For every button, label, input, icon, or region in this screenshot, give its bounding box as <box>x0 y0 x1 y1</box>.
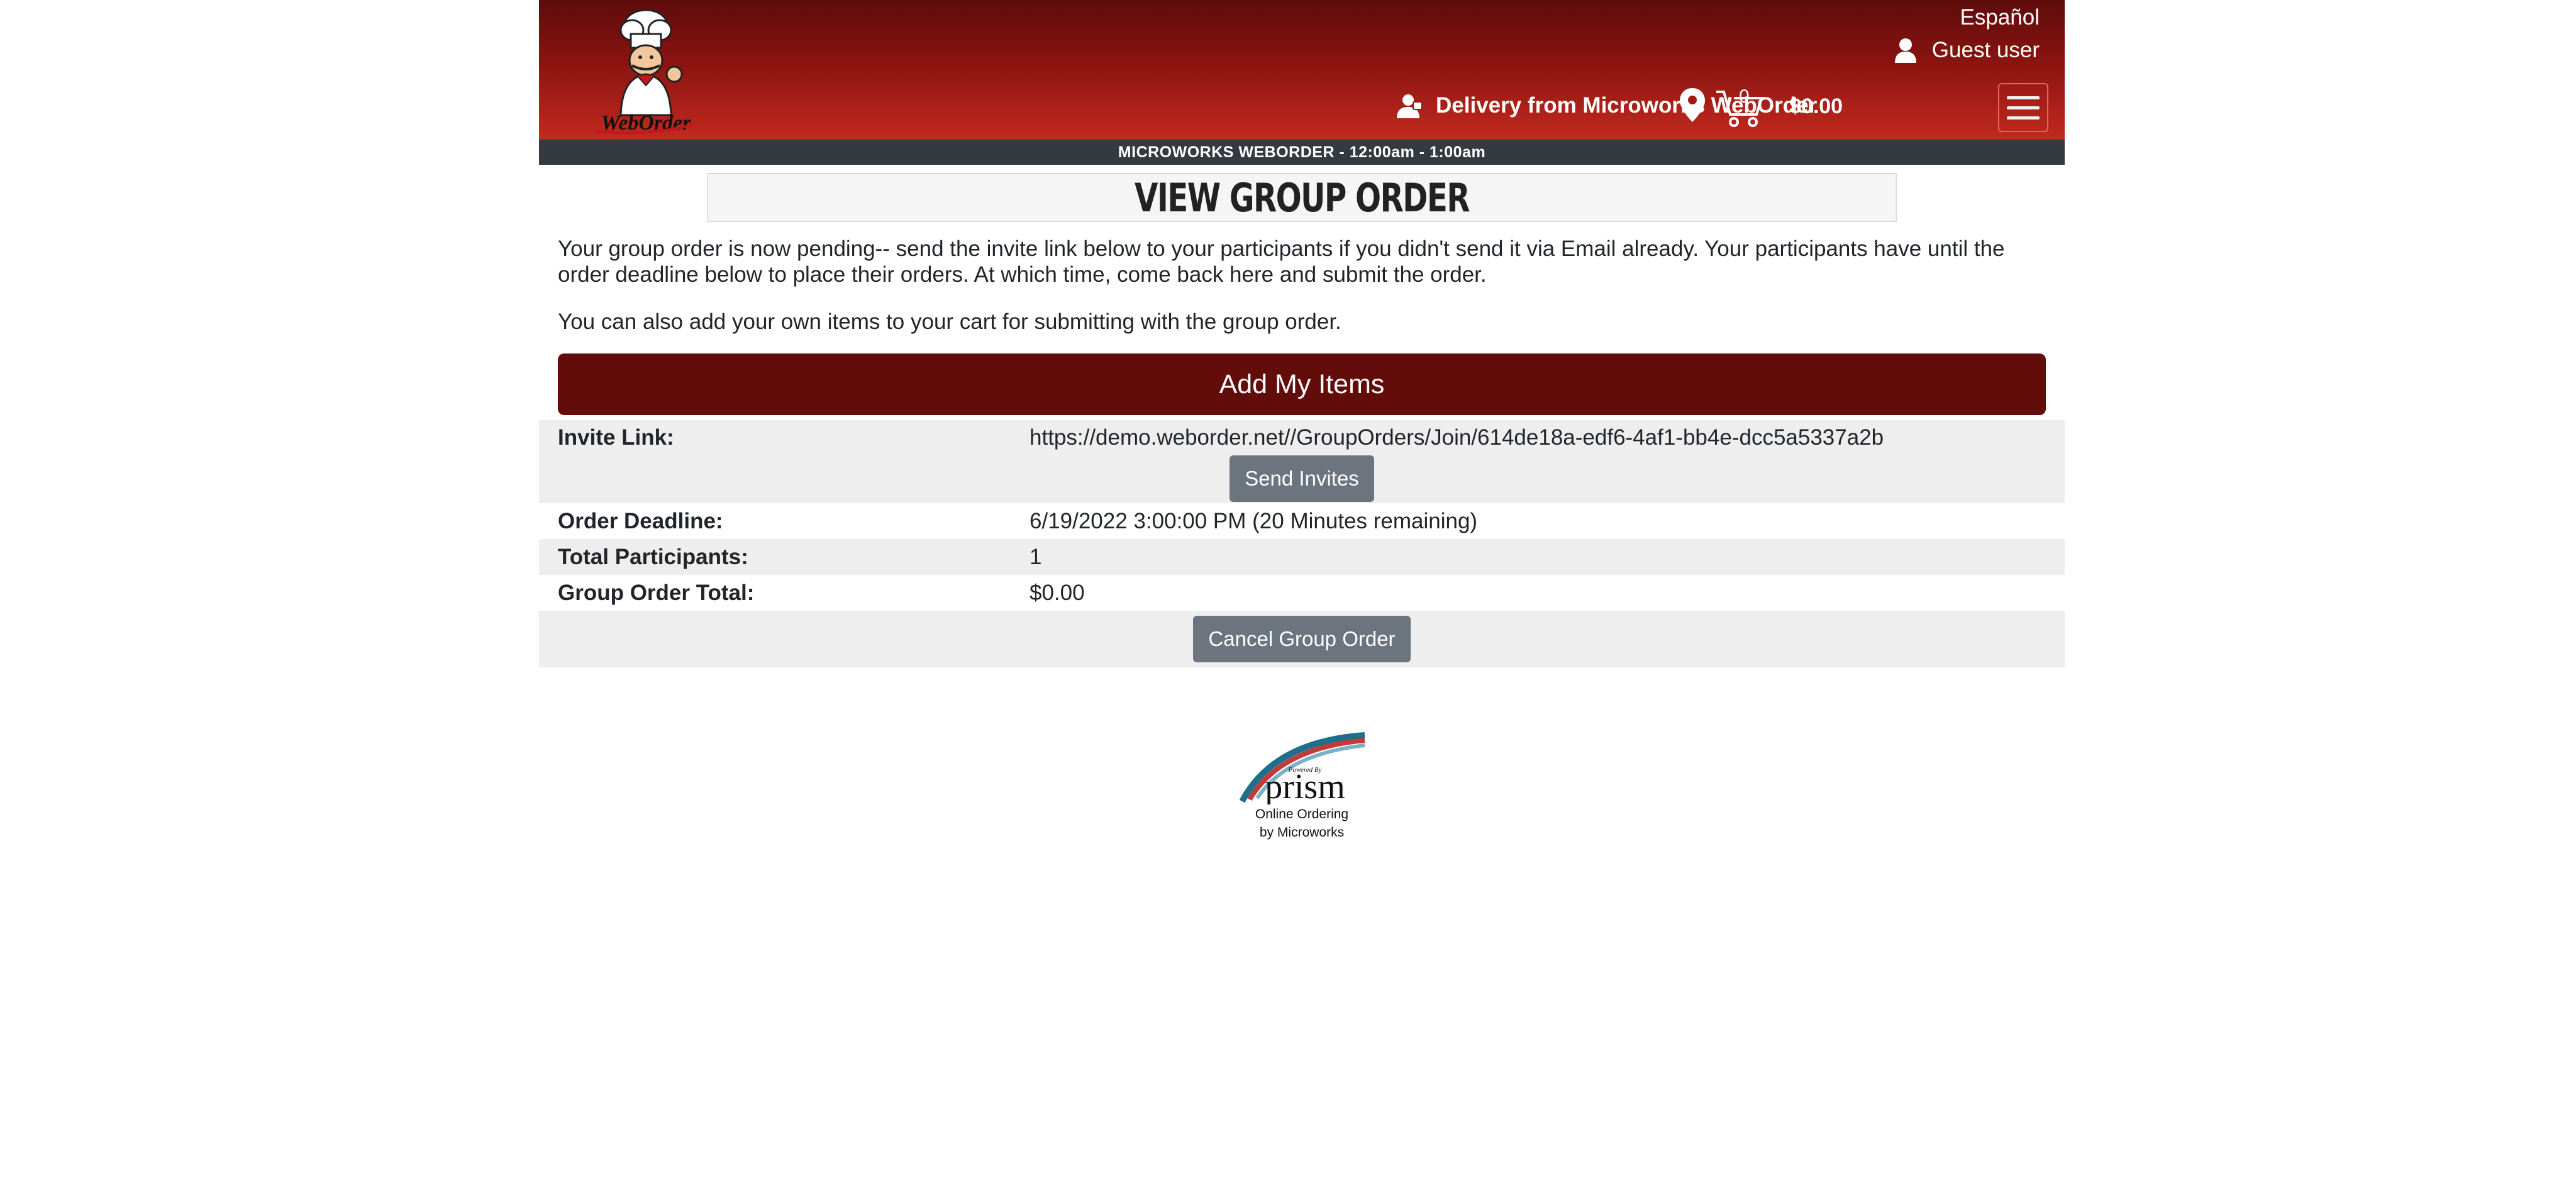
invite-link-row: Invite Link: https://demo.weborder.net//… <box>539 420 2065 503</box>
group-order-total-value: $0.00 <box>1030 581 1085 605</box>
page: WebOrder Español Guest user Delivery fro… <box>539 0 2065 841</box>
prism-logo[interactable]: Powered By prism <box>1236 729 1368 804</box>
send-invites-wrap: Send Invites <box>539 455 2065 502</box>
order-deadline-value: 6/19/2022 3:00:00 PM (20 Minutes remaini… <box>1030 509 1478 533</box>
order-deadline-row: Order Deadline: 6/19/2022 3:00:00 PM (20… <box>539 503 2065 539</box>
hamburger-line <box>2007 116 2040 120</box>
guest-user-label: Guest user <box>1931 38 2040 62</box>
page-title: VIEW GROUP ORDER <box>706 173 1897 222</box>
guest-user-menu[interactable]: Guest user <box>1894 38 2040 63</box>
language-link[interactable]: Español <box>1960 5 2040 30</box>
store-hours-bar: MICROWORKS WEBORDER - 12:00am - 1:00am <box>539 140 2065 165</box>
send-invites-button[interactable]: Send Invites <box>1230 455 1374 502</box>
pending-message: Your group order is now pending-- send t… <box>558 236 2005 287</box>
group-order-total-row: Group Order Total: $0.00 <box>539 575 2065 611</box>
logo-text: WebOrder <box>601 111 692 134</box>
weborder-logo[interactable]: WebOrder <box>583 5 715 134</box>
cancel-group-order-button[interactable]: Cancel Group Order <box>1193 616 1411 662</box>
group-order-details: Invite Link: https://demo.weborder.net//… <box>539 420 2065 667</box>
location-pin-icon[interactable] <box>1679 87 1706 123</box>
hamburger-line <box>2007 106 2040 109</box>
site-header: WebOrder Español Guest user Delivery fro… <box>539 0 2065 140</box>
total-participants-row: Total Participants: 1 <box>539 539 2065 575</box>
total-participants-label: Total Participants: <box>558 545 748 569</box>
invite-link-value[interactable]: https://demo.weborder.net//GroupOrders/J… <box>1030 425 2065 450</box>
footer-line-2: by Microworks <box>1259 825 1345 840</box>
own-items-message: You can also add your own items to your … <box>558 309 1341 334</box>
delivery-person-icon <box>1397 94 1423 118</box>
hamburger-line <box>2007 96 2040 99</box>
add-my-items-button[interactable]: Add My Items <box>558 353 2046 415</box>
footer: Powered By prism Online Ordering by Micr… <box>539 729 2065 841</box>
cart-count: 0 <box>1739 86 1750 107</box>
group-order-total-label: Group Order Total: <box>558 581 755 605</box>
hamburger-menu-button[interactable] <box>1998 83 2048 132</box>
prism-text: prism <box>1265 767 1345 804</box>
footer-line-1: Online Ordering <box>1255 807 1349 821</box>
cart-total[interactable]: $0.00 <box>1789 94 1843 119</box>
total-participants-value: 1 <box>1030 545 1042 569</box>
main-content: Your group order is now pending-- send t… <box>539 236 2065 415</box>
order-deadline-label: Order Deadline: <box>558 509 723 533</box>
user-icon <box>1894 38 1916 63</box>
cancel-row: Cancel Group Order <box>539 611 2065 667</box>
invite-link-cell: https://demo.weborder.net//GroupOrders/J… <box>1030 420 2065 503</box>
